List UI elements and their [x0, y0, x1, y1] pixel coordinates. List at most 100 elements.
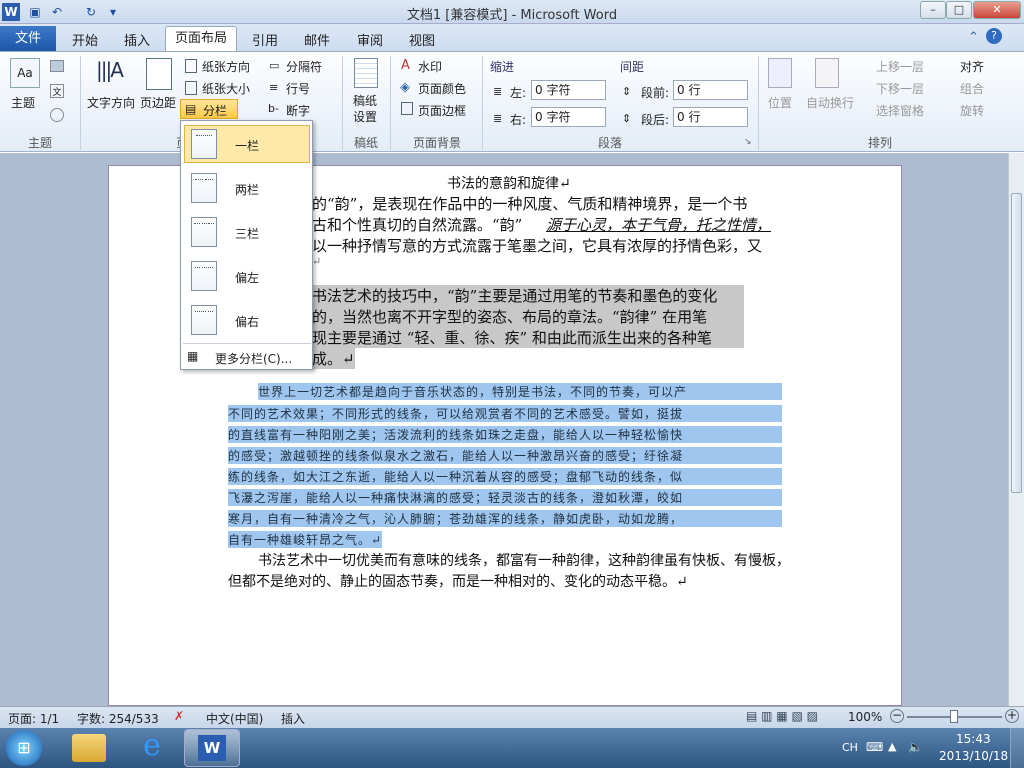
size-button[interactable]: 纸张大小: [202, 80, 250, 97]
indent-right-spinner[interactable]: 0 字符: [531, 107, 606, 127]
size-icon[interactable]: [185, 81, 197, 95]
right-column-icon[interactable]: [191, 305, 217, 335]
theme-colors-icon[interactable]: [50, 60, 64, 72]
start-button-icon[interactable]: ⊞: [6, 730, 42, 766]
menu-item-right[interactable]: 偏右: [235, 313, 259, 330]
margins-icon[interactable]: [146, 58, 172, 90]
orientation-button[interactable]: 纸张方向: [202, 58, 250, 75]
clock-date[interactable]: 2013/10/18: [939, 749, 1008, 763]
indent-heading: 缩进: [490, 60, 515, 74]
doc-line-selected: 自有一种雄峻轩昂之气。↵: [228, 531, 383, 548]
hyphenation-icon[interactable]: b-: [268, 102, 279, 115]
zoom-in-icon[interactable]: +: [1005, 709, 1019, 723]
one-column-icon[interactable]: [191, 129, 217, 159]
doc-line-selected: 寒月，自有一种清冷之气，沁人肺腑；苍劲雄浑的线条，静如虎卧，动如龙腾，: [228, 510, 782, 527]
indent-left-spinner[interactable]: 0 字符: [531, 80, 606, 100]
zoom-level[interactable]: 100%: [848, 710, 882, 724]
draft-paper-button[interactable]: 稿纸 设置: [353, 93, 377, 125]
view-buttons-icon[interactable]: ▤ ▥ ▦ ▧ ▨: [746, 709, 818, 723]
align-button[interactable]: 对齐: [960, 58, 984, 75]
keyboard-icon[interactable]: ⌨: [866, 740, 883, 754]
wrap-text-button[interactable]: 自动换行: [806, 94, 854, 111]
line-numbers-icon[interactable]: ≡: [269, 81, 278, 94]
zoom-slider-thumb[interactable]: [950, 710, 958, 723]
tab-review[interactable]: 审阅: [357, 30, 383, 49]
three-columns-icon[interactable]: [191, 217, 217, 247]
paragraph-dialog-launcher-icon[interactable]: ↘: [744, 137, 752, 147]
watermark-button[interactable]: 水印: [418, 58, 442, 75]
breaks-icon[interactable]: ▭: [269, 59, 279, 72]
page-color-button[interactable]: 页面颜色: [418, 80, 466, 97]
columns-button[interactable]: ▤ 分栏: [180, 99, 238, 119]
menu-item-left[interactable]: 偏左: [235, 269, 259, 286]
orientation-icon[interactable]: [185, 59, 197, 73]
status-insert-mode[interactable]: 插入: [281, 710, 305, 727]
page-border-icon[interactable]: [401, 102, 413, 115]
close-button[interactable]: ✕: [973, 1, 1021, 19]
text-direction-label[interactable]: 文字方向: [87, 94, 135, 111]
tab-insert[interactable]: 插入: [124, 30, 150, 49]
ime-indicator[interactable]: CH: [842, 741, 858, 754]
status-word-count[interactable]: 字数: 254/533: [77, 710, 159, 727]
minimize-button[interactable]: –: [920, 1, 946, 19]
help-icon[interactable]: ?: [986, 28, 1002, 44]
group-button[interactable]: 组合: [960, 80, 984, 97]
page-border-button[interactable]: 页面边框: [418, 102, 466, 119]
theme-effects-icon[interactable]: [50, 108, 64, 122]
menu-item-one-column[interactable]: 一栏: [235, 137, 259, 154]
tab-home[interactable]: 开始: [72, 30, 98, 49]
spacing-before-spinner[interactable]: 0 行: [673, 80, 748, 100]
tab-view[interactable]: 视图: [409, 30, 435, 49]
page-color-icon[interactable]: ◈: [400, 80, 410, 95]
tab-references[interactable]: 引用: [252, 30, 278, 49]
maximize-button[interactable]: □: [946, 1, 972, 19]
indent-left-icon: ≣: [493, 85, 503, 98]
draft-paper-icon[interactable]: [354, 58, 378, 88]
tab-mailings[interactable]: 邮件: [304, 30, 330, 49]
breaks-button[interactable]: 分隔符: [286, 58, 322, 75]
menu-item-more-columns[interactable]: 更多分栏(C)...: [215, 350, 292, 367]
doc-line-highlighted: 现主要是通过 “轻、重、徐、疾” 和由此而派生出来的各种笔: [312, 327, 744, 348]
group-label-arrange: 排列: [868, 136, 893, 150]
menu-item-three-columns[interactable]: 三栏: [235, 225, 259, 242]
group-label-paragraph: 段落: [598, 136, 623, 150]
text-direction-icon[interactable]: |||A: [94, 58, 124, 88]
spacing-after-spinner[interactable]: 0 行: [673, 107, 748, 127]
themes-button-label[interactable]: 主题: [11, 94, 35, 111]
tray-arrow-icon[interactable]: ▲: [888, 740, 896, 753]
clock-time[interactable]: 15:43: [956, 732, 991, 746]
proofing-icon[interactable]: ✗: [174, 709, 184, 723]
position-button[interactable]: 位置: [768, 94, 792, 111]
wrap-text-icon[interactable]: [815, 58, 839, 88]
left-column-icon[interactable]: [191, 261, 217, 291]
show-desktop-button[interactable]: [1010, 728, 1024, 768]
themes-icon[interactable]: Aa: [10, 58, 40, 88]
position-icon[interactable]: [768, 58, 792, 88]
volume-icon[interactable]: 🔈: [908, 740, 923, 754]
doc-line-selected: 的直线富有一种阳刚之美；活泼流利的线条如珠之走盘，能给人以一种轻松愉快: [228, 426, 782, 443]
vertical-scrollbar[interactable]: [1008, 153, 1024, 706]
scrollbar-thumb[interactable]: [1011, 193, 1022, 493]
tab-file[interactable]: 文件: [0, 26, 56, 51]
two-columns-icon[interactable]: [191, 173, 217, 203]
theme-fonts-icon[interactable]: 文: [50, 84, 64, 98]
explorer-icon[interactable]: [72, 734, 106, 762]
taskbar-word-button[interactable]: W: [184, 729, 240, 767]
doc-line: 的“韵”，是表现在作品中的一种风度、气质和精神境界，是一个书: [312, 195, 748, 213]
send-backward-button[interactable]: 下移一层: [876, 80, 924, 97]
selection-pane-button[interactable]: 选择窗格: [876, 102, 924, 119]
line-numbers-button[interactable]: 行号: [286, 80, 310, 97]
status-page[interactable]: 页面: 1/1: [8, 710, 59, 727]
hyphenation-button[interactable]: 断字: [286, 102, 310, 119]
tab-page-layout[interactable]: 页面布局: [165, 26, 237, 52]
minimize-ribbon-icon[interactable]: ⌃: [968, 30, 979, 45]
margins-label[interactable]: 页边距: [140, 94, 176, 111]
watermark-icon[interactable]: A: [401, 58, 410, 73]
doc-line: 书法艺术中一切优美而有意味的线条，都富有一种韵律，这种韵律虽有快板、有慢板，: [258, 553, 790, 569]
menu-item-two-columns[interactable]: 两栏: [235, 181, 259, 198]
zoom-out-icon[interactable]: −: [890, 709, 904, 723]
status-language[interactable]: 中文(中国): [206, 710, 263, 727]
rotate-button[interactable]: 旋转: [960, 102, 984, 119]
internet-explorer-icon[interactable]: e: [134, 728, 170, 764]
bring-forward-button[interactable]: 上移一层: [876, 58, 924, 75]
